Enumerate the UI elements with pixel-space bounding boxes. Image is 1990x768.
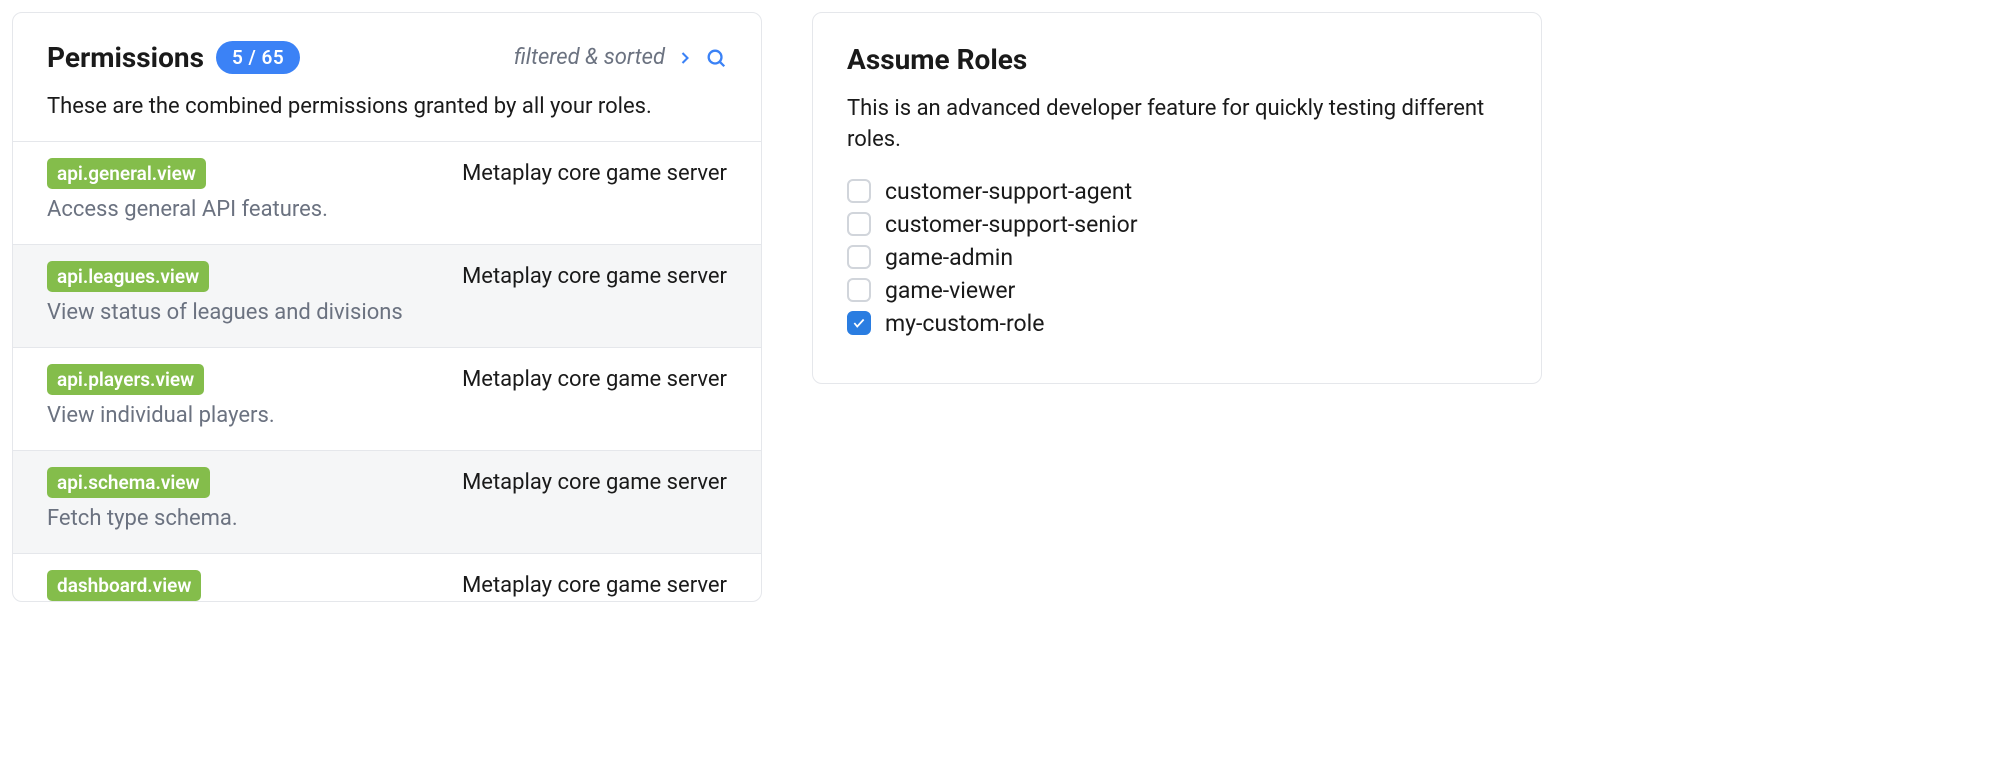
check-icon: [852, 316, 866, 330]
permissions-count-badge: 5 / 65: [216, 41, 300, 74]
assume-roles-subtitle: This is an advanced developer feature fo…: [847, 94, 1507, 156]
permissions-list: api.general.view Metaplay core game serv…: [13, 141, 761, 601]
permissions-header-row: Permissions 5 / 65 filtered & sorted: [47, 41, 727, 74]
filter-sort-control[interactable]: filtered & sorted: [514, 45, 727, 70]
permissions-title-wrap: Permissions 5 / 65: [47, 41, 300, 74]
permission-source: Metaplay core game server: [462, 470, 727, 495]
checkbox-checked[interactable]: [847, 311, 871, 335]
role-item[interactable]: customer-support-senior: [847, 211, 1507, 238]
permission-source: Metaplay core game server: [462, 264, 727, 289]
permission-source: Metaplay core game server: [462, 161, 727, 186]
permission-row: api.players.view Metaplay core game serv…: [13, 347, 761, 450]
permission-row: dashboard.view Metaplay core game server: [13, 553, 761, 601]
checkbox[interactable]: [847, 212, 871, 236]
checkbox[interactable]: [847, 278, 871, 302]
permission-source: Metaplay core game server: [462, 573, 727, 598]
permission-key-badge: api.general.view: [47, 158, 206, 189]
role-label: game-admin: [885, 244, 1013, 271]
roles-list: customer-support-agent customer-support-…: [847, 178, 1507, 337]
role-label: game-viewer: [885, 277, 1015, 304]
permissions-card: Permissions 5 / 65 filtered & sorted The…: [12, 12, 762, 602]
assume-roles-title: Assume Roles: [847, 43, 1507, 76]
permission-row: api.general.view Metaplay core game serv…: [13, 141, 761, 244]
permission-source: Metaplay core game server: [462, 367, 727, 392]
checkbox[interactable]: [847, 179, 871, 203]
permission-key-badge: api.players.view: [47, 364, 204, 395]
role-item[interactable]: game-admin: [847, 244, 1507, 271]
permissions-title: Permissions: [47, 41, 204, 74]
permissions-subtitle: These are the combined permissions grant…: [47, 94, 727, 119]
permission-key-badge: api.schema.view: [47, 467, 210, 498]
permission-row: api.leagues.view Metaplay core game serv…: [13, 244, 761, 347]
checkbox[interactable]: [847, 245, 871, 269]
chevron-right-icon: [675, 48, 695, 68]
role-label: my-custom-role: [885, 310, 1044, 337]
search-icon[interactable]: [705, 47, 727, 69]
role-label: customer-support-agent: [885, 178, 1132, 205]
permissions-header: Permissions 5 / 65 filtered & sorted The…: [13, 13, 761, 141]
role-item[interactable]: customer-support-agent: [847, 178, 1507, 205]
filter-label: filtered & sorted: [514, 45, 665, 70]
permission-description: View status of leagues and divisions: [47, 300, 727, 325]
permission-key-badge: dashboard.view: [47, 570, 201, 601]
permission-description: View individual players.: [47, 403, 727, 428]
permission-row: api.schema.view Metaplay core game serve…: [13, 450, 761, 553]
role-item[interactable]: game-viewer: [847, 277, 1507, 304]
role-label: customer-support-senior: [885, 211, 1138, 238]
permission-key-badge: api.leagues.view: [47, 261, 209, 292]
permission-description: Access general API features.: [47, 197, 727, 222]
permission-description: Fetch type schema.: [47, 506, 727, 531]
assume-roles-card: Assume Roles This is an advanced develop…: [812, 12, 1542, 384]
role-item[interactable]: my-custom-role: [847, 310, 1507, 337]
